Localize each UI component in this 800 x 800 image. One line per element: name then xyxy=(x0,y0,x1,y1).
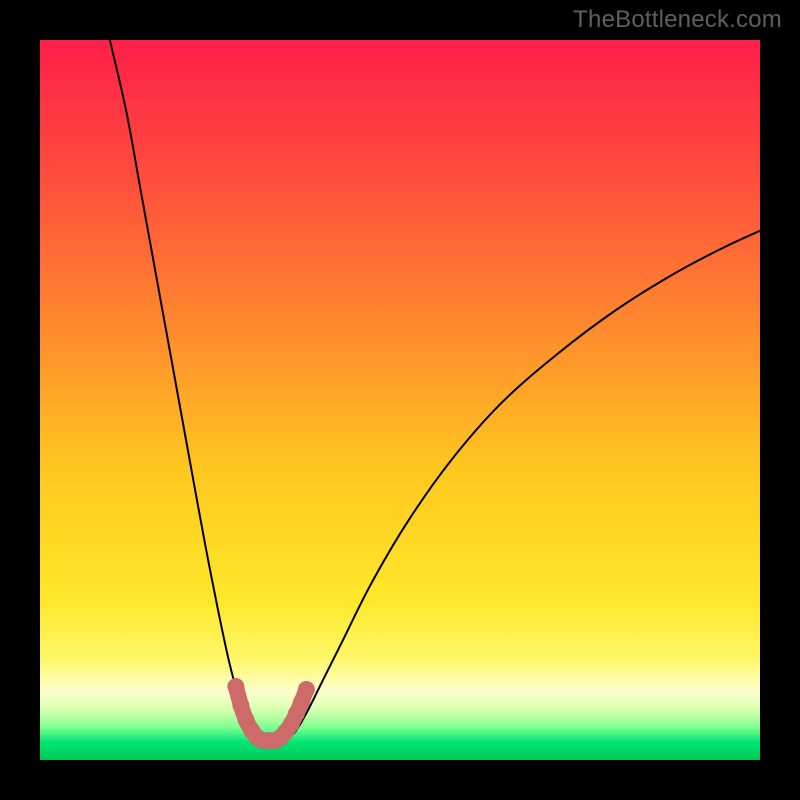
watermark-text: TheBottleneck.com xyxy=(573,6,782,34)
chart-frame: TheBottleneck.com xyxy=(0,0,800,800)
curve-right xyxy=(286,231,760,740)
plot-area xyxy=(40,40,760,760)
curve-layer xyxy=(40,40,760,760)
curve-left xyxy=(110,40,258,740)
trough-highlight xyxy=(227,678,315,749)
